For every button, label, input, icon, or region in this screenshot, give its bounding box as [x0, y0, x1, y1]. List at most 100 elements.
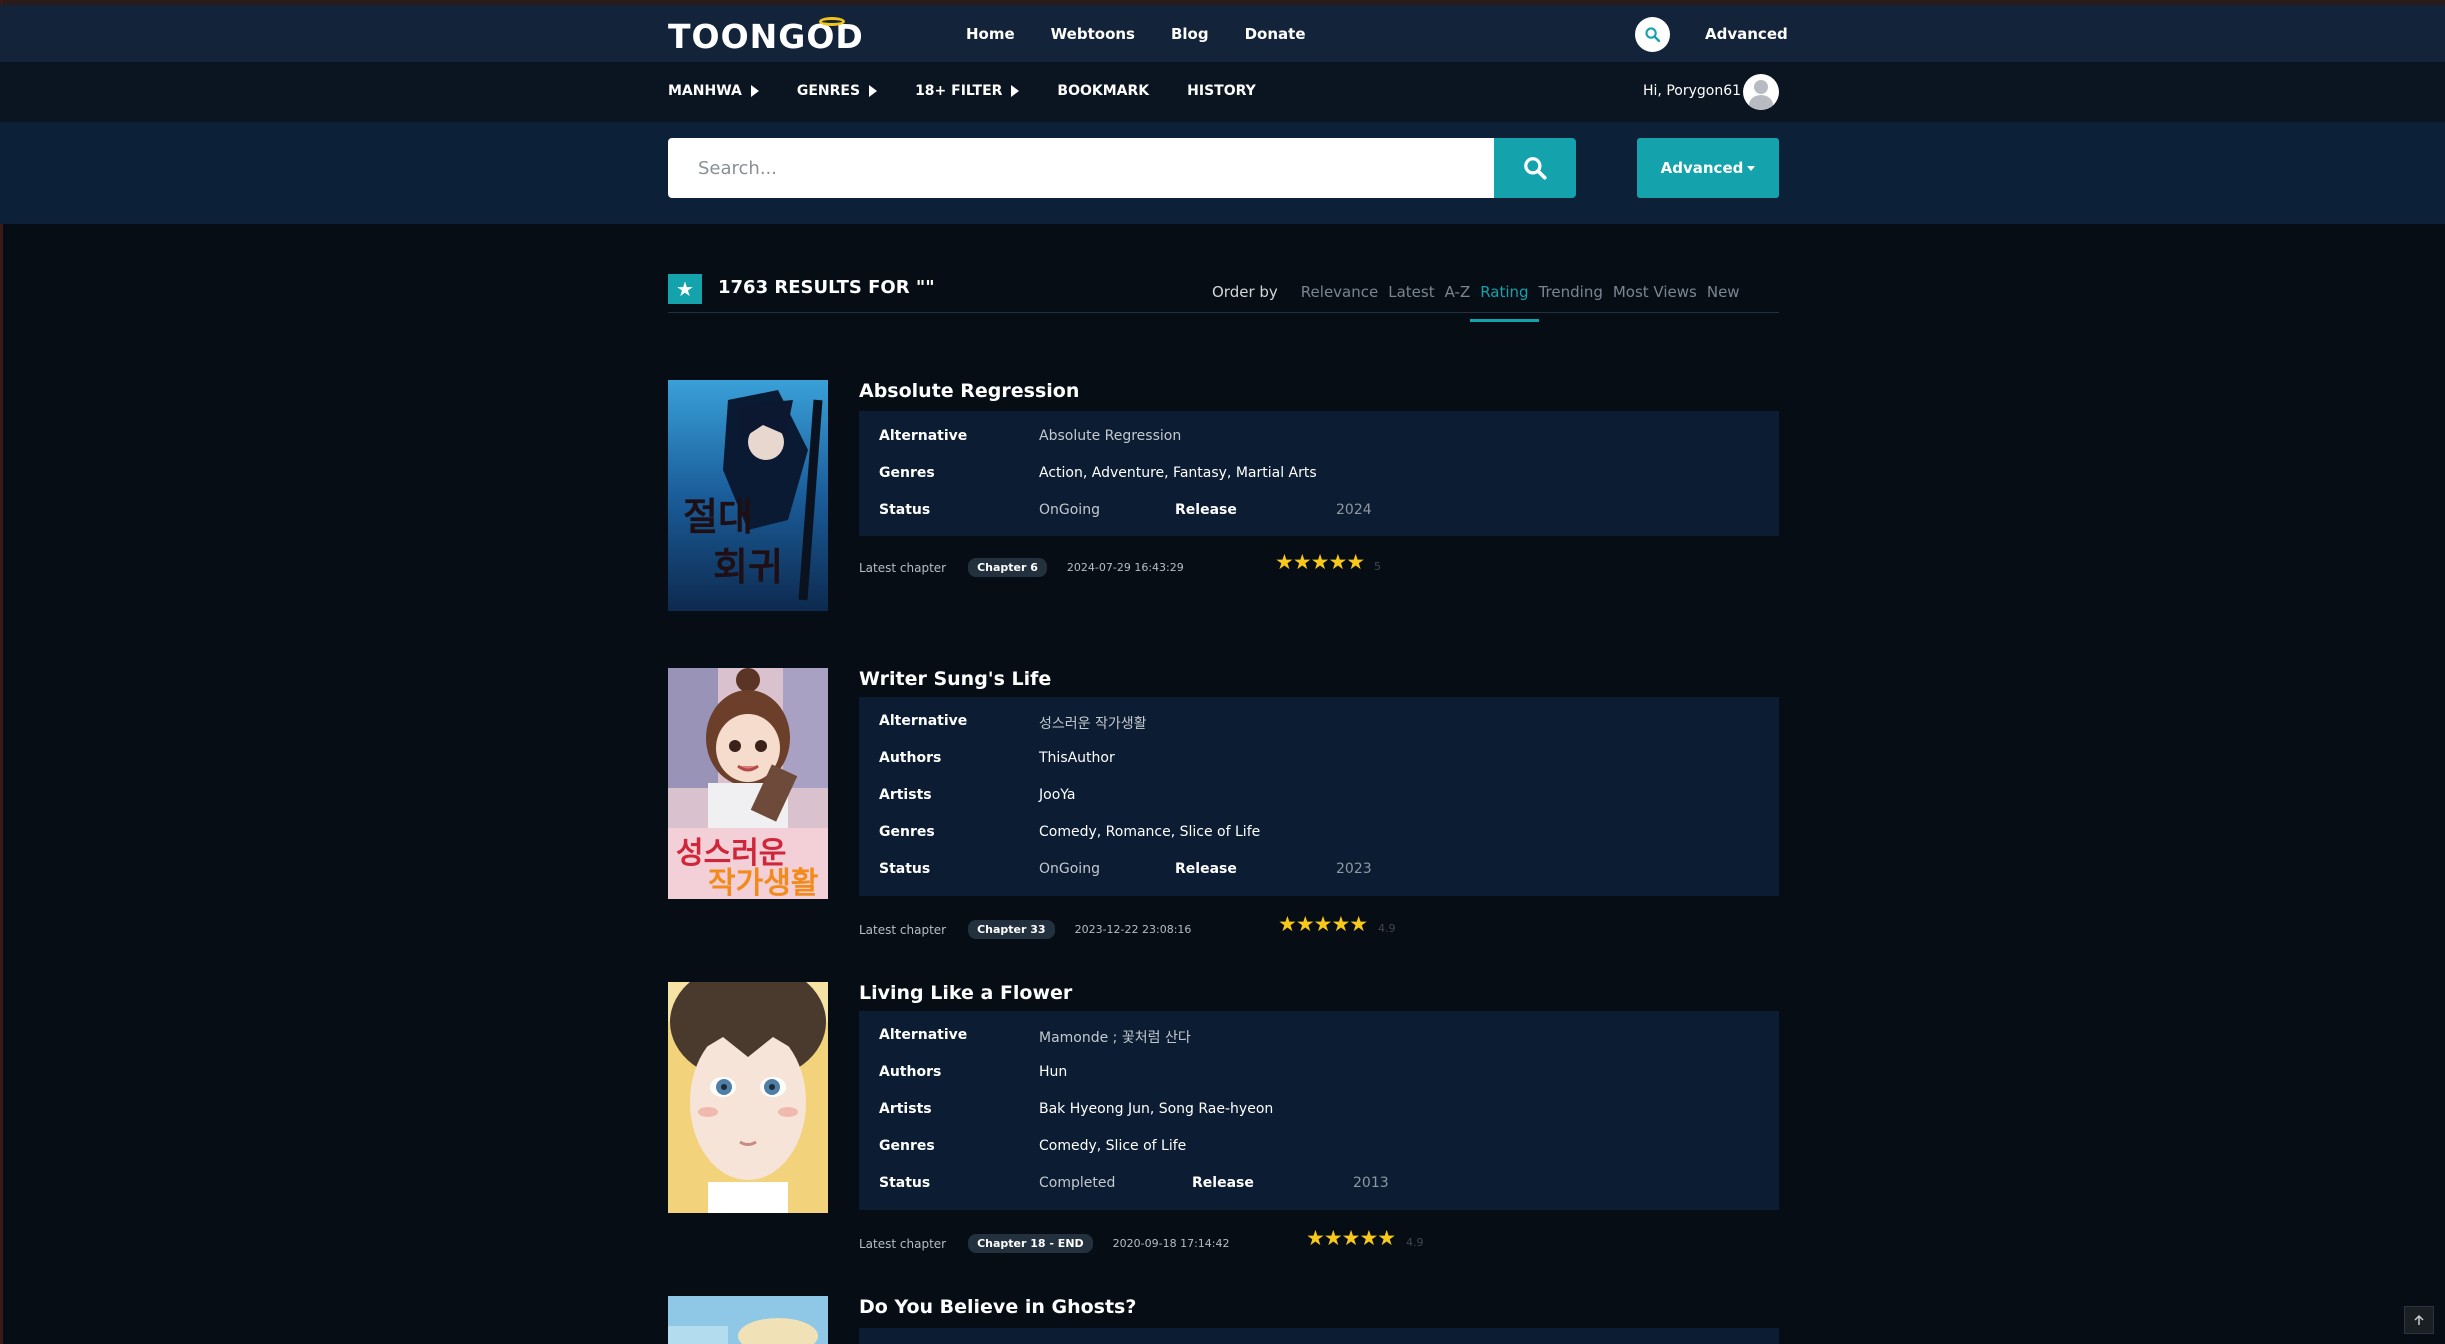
field-label: Alternative [879, 1027, 968, 1043]
rating-stars-icon: ★★★★★ [1275, 550, 1365, 574]
svg-text:회귀: 회귀 [713, 545, 783, 589]
order-a-z[interactable]: A-Z [1445, 283, 1471, 319]
release-value: 2024 [1336, 502, 1372, 518]
field-label: Genres [879, 824, 935, 840]
advanced-search-button[interactable]: Advanced [1637, 138, 1779, 198]
nav-search-button[interactable] [1635, 17, 1670, 52]
info-panel: Alternative Mamonde ; 꽃처럼 산다 Authors Hun… [859, 1011, 1779, 1210]
info-row: Genres Comedy, Romance, Slice of Life [879, 824, 1260, 840]
info-panel: Alternative Absolute Regression Genres A… [859, 411, 1779, 536]
order-by-bar: Order by Relevance Latest A-Z Rating Tre… [1212, 283, 1750, 322]
latest-chapter-label: Latest chapter [859, 1236, 947, 1251]
genre-list[interactable]: Comedy, Romance, Slice of Life [1039, 824, 1260, 840]
subnav-genres[interactable]: GENRES [796, 83, 878, 99]
info-row: Authors ThisAuthor [879, 750, 1115, 766]
subnav-history[interactable]: HISTORY [1187, 83, 1256, 99]
genre-list[interactable]: Action, Adventure, Fantasy, Martial Arts [1039, 465, 1317, 481]
info-row: Status Completed Release 2013 [879, 1175, 1479, 1191]
info-row: Genres Action, Adventure, Fantasy, Marti… [879, 465, 1317, 481]
rating-score: 4.9 [1378, 922, 1396, 935]
subnav-18-filter[interactable]: 18+ FILTER [915, 83, 1020, 99]
nav-link-home[interactable]: Home [966, 25, 1015, 43]
author-link[interactable]: Hun [1039, 1064, 1067, 1080]
manga-title[interactable]: Living Like a Flower [859, 982, 1072, 1004]
field-label: Genres [879, 465, 935, 481]
chapter-date: 2024-07-29 16:43:29 [1066, 561, 1184, 574]
order-latest[interactable]: Latest [1388, 283, 1434, 319]
svg-text:절대: 절대 [683, 495, 753, 539]
search-icon [1524, 157, 1547, 180]
info-row: Status OnGoing Release 2024 [879, 502, 1479, 518]
halo-icon [819, 17, 845, 26]
order-rating[interactable]: Rating [1470, 283, 1540, 322]
subnav-bookmark[interactable]: BOOKMARK [1057, 83, 1149, 99]
chapter-link[interactable]: Chapter 33 [968, 920, 1055, 939]
chapter-link[interactable]: Chapter 18 - END [968, 1234, 1093, 1253]
info-row: Authors Hun [879, 1064, 1067, 1080]
avatar[interactable] [1743, 74, 1779, 110]
cover-image[interactable]: 절대 회귀 [668, 380, 828, 611]
order-trending[interactable]: Trending [1539, 283, 1603, 319]
svg-text:작가생활: 작가생활 [708, 866, 818, 899]
subnav-label: HISTORY [1187, 83, 1256, 99]
release-label: Release [1175, 861, 1237, 877]
manga-title[interactable]: Absolute Regression [859, 380, 1079, 402]
artist-link[interactable]: Bak Hyeong Jun, Song Rae-hyeon [1039, 1101, 1273, 1117]
user-greeting: Hi, Porygon61 [1643, 83, 1742, 99]
chapter-link[interactable]: Chapter 6 [968, 558, 1047, 577]
top-nav: TOONGOD Home Webtoons Blog Donate Advanc… [0, 5, 2445, 62]
results-title: 1763 RESULTS FOR "" [718, 277, 935, 298]
genre-list[interactable]: Comedy, Slice of Life [1039, 1138, 1186, 1154]
info-panel: Alternative 성스러운 작가생활 Authors ThisAuthor… [859, 697, 1779, 896]
latest-chapter-label: Latest chapter [859, 922, 947, 937]
field-label: Status [879, 1175, 931, 1191]
star-icon: ★ [668, 274, 702, 304]
rating-stars-icon: ★★★★★ [1306, 1226, 1396, 1250]
chapter-date: 2020-09-18 17:14:42 [1112, 1237, 1230, 1250]
nav-link-blog[interactable]: Blog [1171, 25, 1209, 43]
subnav-label: BOOKMARK [1057, 83, 1150, 99]
order-relevance[interactable]: Relevance [1301, 283, 1378, 319]
order-by-label: Order by [1212, 283, 1278, 301]
info-row: Artists Bak Hyeong Jun, Song Rae-hyeon [879, 1101, 1273, 1117]
user-icon-body [1749, 95, 1773, 110]
field-value: 성스러운 작가생활 [1039, 716, 1147, 732]
subnav-label: 18+ FILTER [915, 83, 1003, 99]
cover-image[interactable] [668, 982, 828, 1213]
scroll-to-top-button[interactable] [2404, 1306, 2434, 1334]
order-most-views[interactable]: Most Views [1613, 283, 1697, 319]
site-logo[interactable]: TOONGOD [668, 17, 864, 56]
subnav-label: GENRES [796, 83, 861, 99]
nav-link-webtoons[interactable]: Webtoons [1051, 25, 1135, 43]
info-panel [859, 1328, 1779, 1344]
caret-right-icon [869, 85, 878, 97]
latest-chapter-label: Latest chapter [859, 560, 947, 575]
info-row: Genres Comedy, Slice of Life [879, 1138, 1186, 1154]
status-value: OnGoing [1039, 502, 1100, 518]
nav-advanced-link[interactable]: Advanced [1705, 25, 1788, 43]
cover-image[interactable] [668, 1296, 828, 1344]
subnav-manhwa[interactable]: MANHWA [668, 83, 759, 99]
caret-right-icon [1011, 85, 1020, 97]
release-value: 2013 [1353, 1175, 1389, 1191]
search-input[interactable] [668, 138, 1495, 198]
author-link[interactable]: ThisAuthor [1039, 750, 1115, 766]
search-submit-button[interactable] [1494, 138, 1576, 198]
manga-title[interactable]: Do You Believe in Ghosts? [859, 1296, 1136, 1318]
nav-link-donate[interactable]: Donate [1245, 25, 1306, 43]
caret-right-icon [750, 85, 759, 97]
manga-title[interactable]: Writer Sung's Life [859, 668, 1051, 690]
field-label: Authors [879, 750, 942, 766]
artist-link[interactable]: JooYa [1039, 787, 1075, 803]
result-item: Do You Believe in Ghosts? [668, 1296, 1779, 1344]
arrow-up-icon [2414, 1314, 2424, 1325]
chevron-down-icon [1747, 165, 1756, 171]
search-icon [1645, 27, 1661, 43]
info-row: Alternative Absolute Regression [879, 428, 1181, 444]
order-new[interactable]: New [1707, 283, 1740, 319]
info-row: Artists JooYa [879, 787, 1075, 803]
cover-image[interactable]: 성스러운 작가생활 [668, 668, 828, 899]
status-value: Completed [1039, 1175, 1116, 1191]
field-label: Alternative [879, 713, 968, 729]
chapter-date: 2023-12-22 23:08:16 [1074, 923, 1192, 936]
